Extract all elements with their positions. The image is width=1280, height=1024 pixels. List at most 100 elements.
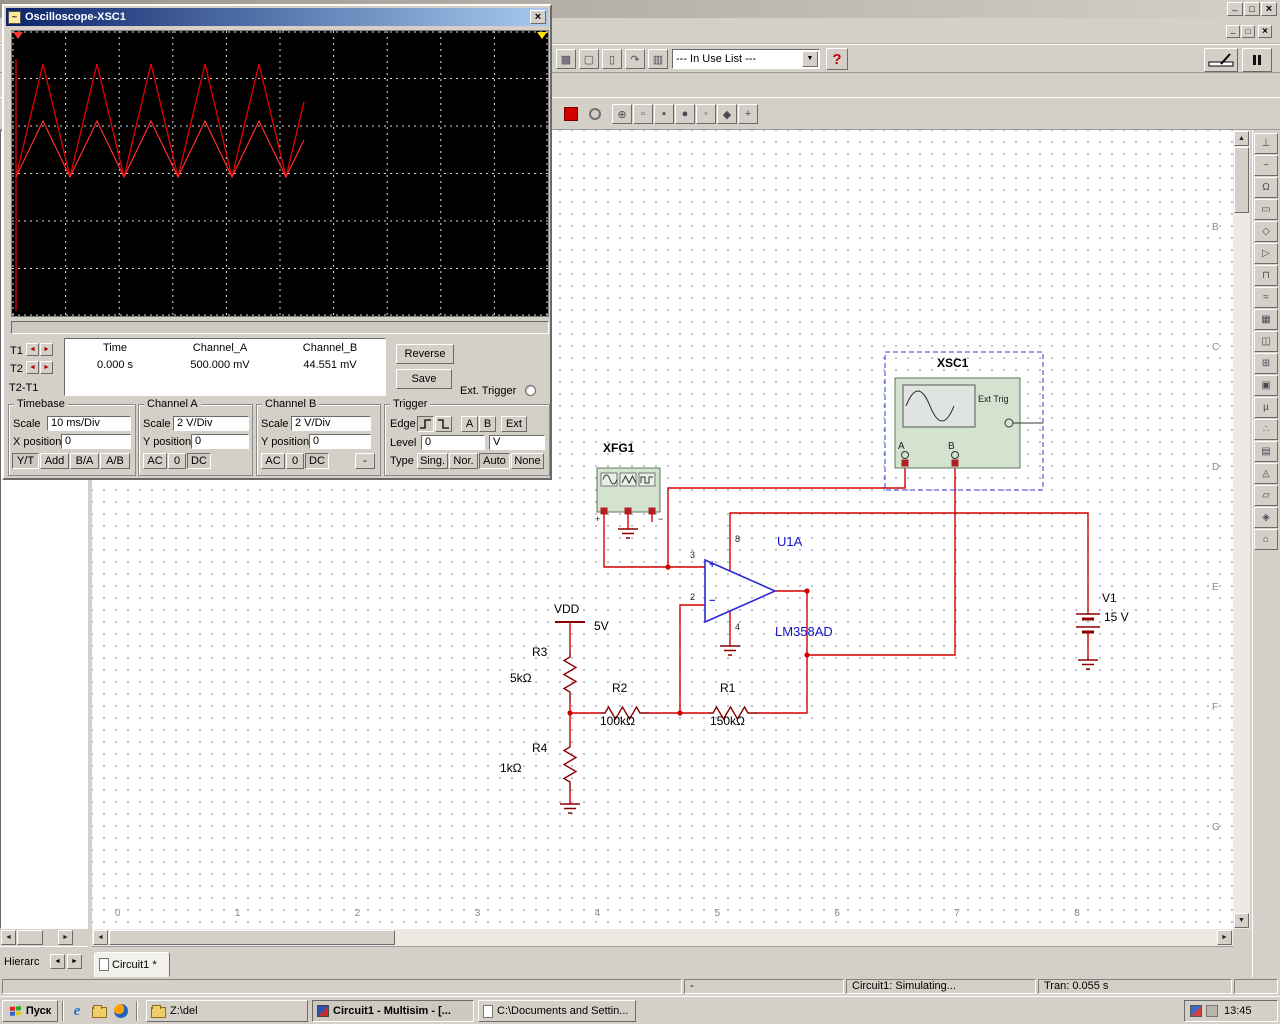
trigger-falling-edge-button[interactable] — [435, 416, 452, 432]
solid-node-button[interactable]: ▪ — [654, 104, 674, 124]
analog-family-button[interactable]: ⊓ — [1254, 265, 1278, 286]
r2-value-label[interactable]: 100kΩ — [600, 714, 635, 728]
channel-b-ac-button[interactable]: AC — [261, 453, 285, 469]
opamp-refdes-label[interactable]: U1A — [777, 534, 802, 549]
ncs-family-button[interactable]: ◈ — [1254, 507, 1278, 528]
simulation-run-switch-button[interactable] — [1204, 48, 1238, 72]
r3-value-label[interactable]: 5kΩ — [510, 671, 532, 685]
vdd-value-label[interactable]: 5V — [594, 619, 609, 633]
opamp-part-label[interactable]: LM358AD — [775, 624, 833, 639]
scrollbar-thumb[interactable] — [17, 930, 43, 945]
trigger-level-unit-field[interactable]: V — [489, 435, 545, 450]
scroll-right-button[interactable]: ► — [1217, 930, 1232, 945]
channel-b-scale-field[interactable]: 2 V/Div — [291, 416, 371, 431]
trigger-ext-button[interactable]: Ext — [501, 416, 527, 432]
transistor-family-button[interactable]: ▷ — [1254, 243, 1278, 264]
help-button[interactable]: ? — [826, 48, 848, 70]
tab-circuit1[interactable]: Circuit1 * — [94, 952, 170, 977]
save-button[interactable]: Save — [396, 369, 452, 389]
trigger-channel-b-button[interactable]: B — [479, 416, 496, 432]
open-node-button[interactable]: ◦ — [696, 104, 716, 124]
simulation-pause-button[interactable] — [1242, 48, 1272, 72]
resistor-family-button[interactable]: ▭ — [1254, 199, 1278, 220]
xfg1-label[interactable]: XFG1 — [603, 441, 634, 455]
hierarchy-bar[interactable]: Hierarc ◄ ► — [0, 946, 88, 977]
trigger-type-nor-button[interactable]: Nor. — [449, 453, 478, 469]
signal-source-family-button[interactable]: ~ — [1254, 155, 1278, 176]
grid-toggle-button[interactable]: ▥ — [648, 49, 668, 69]
mdi-close-button[interactable]: × — [1258, 25, 1272, 38]
app-maximize-button[interactable]: □ — [1244, 2, 1260, 16]
taskbar-clock[interactable]: 13:45 — [1224, 1005, 1252, 1017]
r1-value-label[interactable]: 150kΩ — [710, 714, 745, 728]
copy-sheet-button[interactable]: ▯ — [602, 49, 622, 69]
oscilloscope-titlebar[interactable]: ~ Oscilloscope-XSC1 × — [6, 8, 548, 26]
scroll-left-button[interactable]: ◄ — [1, 930, 16, 945]
mcu-family-button[interactable]: ⌂ — [1254, 529, 1278, 550]
volume-icon[interactable] — [1206, 1005, 1218, 1017]
hierarchy-scroll-right-button[interactable]: ► — [67, 954, 82, 969]
power-source-family-button[interactable]: ⊥ — [1254, 133, 1278, 154]
mdi-restore-button[interactable]: □ — [1241, 25, 1255, 38]
cursor-2-marker[interactable] — [537, 32, 547, 39]
ext-trigger-radio[interactable] — [525, 385, 536, 396]
app-minimize-button[interactable]: _ — [1227, 2, 1243, 16]
junction-button[interactable]: ● — [675, 104, 695, 124]
diode-family-button[interactable]: ◇ — [1254, 221, 1278, 242]
add-tool-button[interactable]: + — [738, 104, 758, 124]
channel-a-ypos-field[interactable]: 0 — [191, 434, 249, 449]
oscilloscope-screen[interactable] — [11, 30, 549, 317]
selection-box-button[interactable]: ▢ — [579, 49, 599, 69]
scrollbar-thumb[interactable] — [109, 930, 395, 945]
mode-add-button[interactable]: Add — [40, 453, 69, 469]
misc-digital-family-button[interactable]: ◫ — [1254, 331, 1278, 352]
t2-left-button[interactable]: ◄ — [26, 361, 39, 374]
r4-label[interactable]: R4 — [532, 741, 547, 755]
oscilloscope-close-button[interactable]: × — [530, 10, 546, 24]
in-use-list-combobox[interactable]: --- In Use List --- ▼ — [672, 49, 820, 69]
timebase-xpos-field[interactable]: 0 — [61, 434, 131, 449]
channel-b-minus-button[interactable]: - — [355, 453, 375, 469]
basic-family-button[interactable]: Ω — [1254, 177, 1278, 198]
trigger-type-none-button[interactable]: None — [511, 453, 544, 469]
cursor-1-marker[interactable] — [13, 32, 23, 39]
mode-ba-button[interactable]: B/A — [70, 453, 99, 469]
quicklaunch-folder-button[interactable] — [90, 1001, 108, 1021]
channel-b-zero-button[interactable]: 0 — [286, 453, 304, 469]
design-toolbox-scrollbar[interactable]: ◄ ► — [0, 929, 88, 946]
canvas-vertical-scrollbar[interactable]: ▲ ▼ — [1233, 130, 1250, 929]
vdd-label[interactable]: VDD — [554, 602, 579, 616]
quicklaunch-ie-button[interactable]: e — [68, 1001, 86, 1021]
channel-a-scale-field[interactable]: 2 V/Div — [173, 416, 249, 431]
r2-label[interactable]: R2 — [612, 681, 627, 695]
scroll-up-button[interactable]: ▲ — [1234, 131, 1249, 146]
channel-b-ypos-field[interactable]: 0 — [309, 434, 371, 449]
timebase-scale-field[interactable]: 10 ms/Div — [47, 416, 131, 431]
peripherals-family-button[interactable]: ▤ — [1254, 441, 1278, 462]
r3-label[interactable]: R3 — [532, 645, 547, 659]
channel-a-zero-button[interactable]: 0 — [168, 453, 186, 469]
trigger-level-field[interactable]: 0 — [421, 435, 485, 450]
scope-time-scrollbar[interactable] — [11, 321, 549, 334]
mdi-minimize-button[interactable]: _ — [1226, 25, 1240, 38]
electromech-family-button[interactable]: ▱ — [1254, 485, 1278, 506]
mixed-family-button[interactable]: ⊞ — [1254, 353, 1278, 374]
mode-yt-button[interactable]: Y/T — [12, 453, 39, 469]
ttl-family-button[interactable]: ≈ — [1254, 287, 1278, 308]
scroll-left-button[interactable]: ◄ — [93, 930, 108, 945]
channel-b-dc-button[interactable]: DC — [305, 453, 329, 469]
mode-ab-button[interactable]: A/B — [100, 453, 130, 469]
canvas-horizontal-scrollbar[interactable]: ◄ ► — [92, 929, 1233, 946]
start-button[interactable]: Пуск — [2, 1000, 58, 1022]
diamond-tool-button[interactable]: ◆ — [717, 104, 737, 124]
task-documents-button[interactable]: C:\Documents and Settin... — [478, 1000, 636, 1022]
channel-a-dc-button[interactable]: DC — [187, 453, 211, 469]
r4-value-label[interactable]: 1kΩ — [500, 761, 522, 775]
wire-color-button[interactable]: ▩ — [556, 49, 576, 69]
trigger-type-sing-button[interactable]: Sing. — [417, 453, 448, 469]
task-multisim-button[interactable]: Circuit1 - Multisim - [... — [312, 1000, 474, 1022]
v1-value-label[interactable]: 15 V — [1104, 610, 1129, 624]
channel-a-ac-button[interactable]: AC — [143, 453, 167, 469]
tray-app-icon[interactable] — [1190, 1005, 1202, 1017]
power-family-button[interactable]: µ — [1254, 397, 1278, 418]
